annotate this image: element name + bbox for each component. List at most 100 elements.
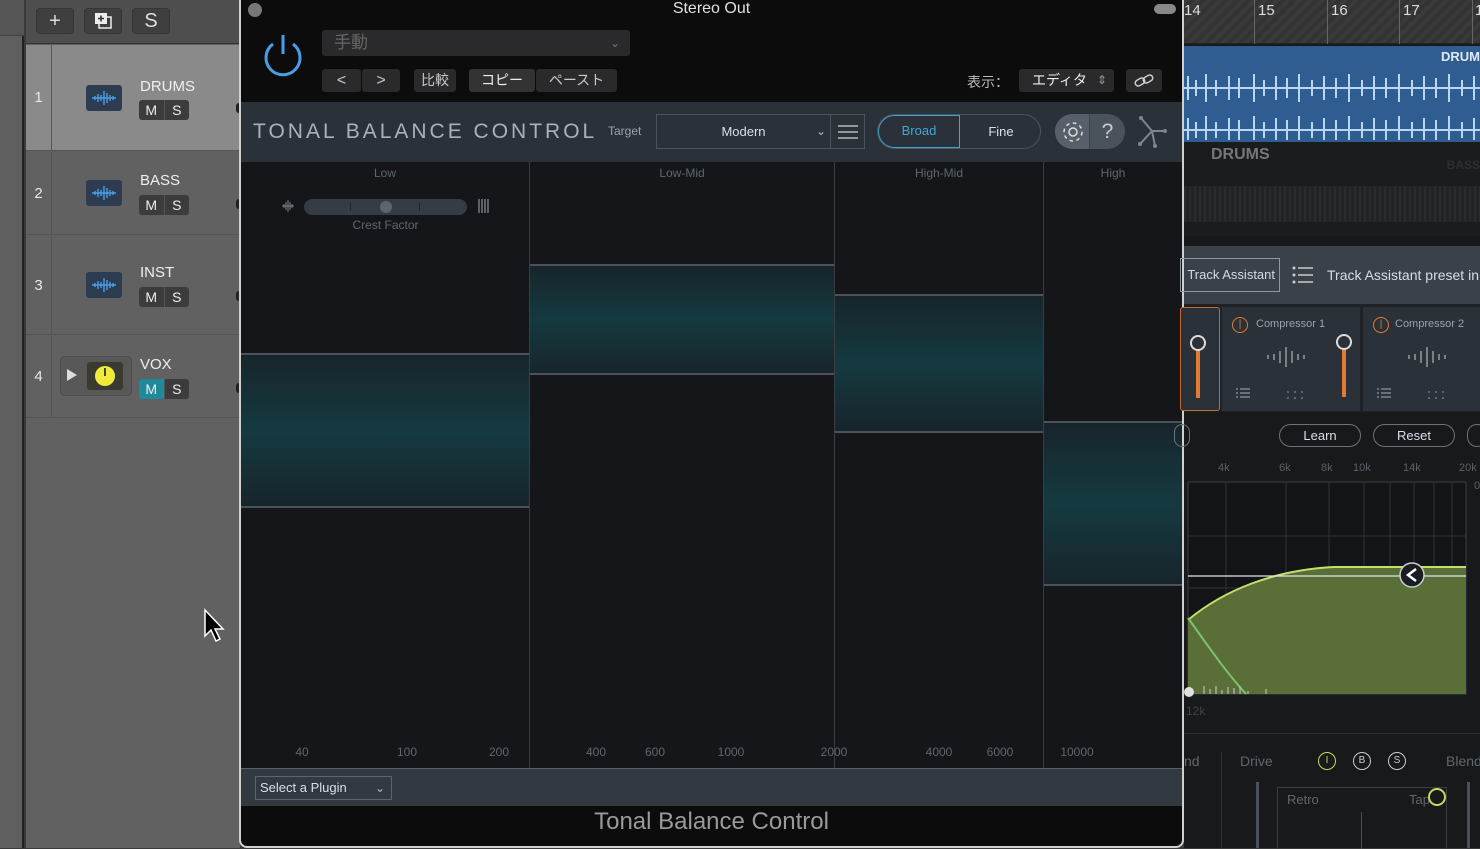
- eq-handle[interactable]: [1399, 562, 1425, 588]
- mode-button-i[interactable]: I: [1318, 752, 1336, 770]
- link-button[interactable]: [1126, 69, 1162, 92]
- izotope-logo-icon[interactable]: [1135, 114, 1169, 150]
- freq-tick: 12k: [1186, 704, 1206, 718]
- slider-knob[interactable]: [1336, 334, 1352, 350]
- list-icon[interactable]: [1236, 387, 1250, 399]
- freq-tick: 8k: [1321, 462, 1333, 474]
- track-assistant-button[interactable]: Track Assistant: [1180, 258, 1280, 292]
- link-icon: [1134, 74, 1154, 87]
- power-icon[interactable]: |: [1232, 317, 1248, 333]
- mute-button[interactable]: M: [139, 287, 165, 307]
- mode-button-b[interactable]: B: [1353, 752, 1371, 770]
- window-resize-button[interactable]: [1154, 4, 1176, 14]
- preset-text: Track Assistant preset in: [1327, 267, 1479, 283]
- track-name: INST: [140, 264, 175, 281]
- target-dropdown[interactable]: Modern ⌄: [656, 114, 831, 149]
- waveform-icon: [86, 272, 122, 298]
- track-toolbar: + S: [26, 0, 240, 44]
- target-menu-button[interactable]: [831, 114, 865, 149]
- crest-factor-slider[interactable]: [304, 199, 467, 215]
- timeline-ruler[interactable]: 14 15 16 17 1: [1184, 0, 1480, 44]
- list-icon[interactable]: [1292, 265, 1314, 285]
- dots-icon[interactable]: [1286, 390, 1304, 400]
- fine-button[interactable]: Fine: [960, 115, 1040, 148]
- freq-tick: 10k: [1353, 462, 1371, 474]
- broad-button[interactable]: Broad: [878, 115, 960, 148]
- waveform-icon: [86, 180, 122, 206]
- target-value: Modern: [721, 124, 766, 139]
- copy-button[interactable]: コピー: [469, 69, 535, 92]
- view-dropdown[interactable]: エディタ ⇕: [1019, 69, 1114, 92]
- select-plugin-dropdown[interactable]: Select a Plugin ⌄: [255, 776, 392, 800]
- compare-button[interactable]: 比較: [414, 69, 456, 92]
- module-name: Compressor 1: [1256, 318, 1326, 330]
- track-number: 4: [26, 336, 52, 417]
- mute-button[interactable]: M: [139, 100, 165, 120]
- list-icon[interactable]: [1377, 387, 1391, 399]
- module-compressor-1[interactable]: | Compressor 1: [1222, 307, 1360, 411]
- mode-button-s[interactable]: S: [1388, 752, 1406, 770]
- module-slot-active[interactable]: [1180, 307, 1220, 411]
- solo-button[interactable]: S: [165, 195, 190, 215]
- drums-region[interactable]: DRUM: [1184, 46, 1480, 142]
- target-range-high-mid: [835, 294, 1043, 433]
- xy-pad-handle[interactable]: [1428, 788, 1446, 806]
- waveform-display: [1184, 74, 1480, 140]
- freq-tick: 10000: [1060, 745, 1094, 759]
- track-row-drums[interactable]: 1 DRUMS MS: [26, 45, 242, 151]
- blend-slider[interactable]: [1467, 782, 1470, 848]
- band-low-mid: Low-Mid: [530, 162, 835, 768]
- slider-knob[interactable]: [1190, 335, 1206, 351]
- track-row-vox[interactable]: 4 VOX MS: [26, 336, 242, 418]
- power-icon[interactable]: |: [1373, 317, 1389, 333]
- module-waveform-icon: [1267, 347, 1305, 367]
- partial-button[interactable]: [1174, 424, 1190, 447]
- band-high-mid: High-Mid: [835, 162, 1044, 768]
- play-triangle-icon[interactable]: [67, 369, 77, 381]
- question-mark-icon: ?: [1101, 120, 1114, 143]
- mute-solo-group: MS: [139, 379, 189, 399]
- drive-slider[interactable]: [1256, 782, 1259, 848]
- dots-icon[interactable]: [1427, 390, 1445, 400]
- freq-tick: 200: [488, 745, 510, 759]
- next-preset-button[interactable]: >: [362, 69, 400, 92]
- help-button-partial[interactable]: [1467, 424, 1480, 447]
- freq-tick: 4k: [1218, 462, 1230, 474]
- prev-preset-button[interactable]: <: [322, 69, 361, 92]
- global-solo-button[interactable]: S: [132, 8, 170, 34]
- learn-button[interactable]: Learn: [1279, 424, 1361, 447]
- power-icon[interactable]: [261, 32, 305, 78]
- mute-solo-group: MS: [139, 100, 189, 120]
- reset-button[interactable]: Reset: [1373, 424, 1455, 447]
- crest-factor-thumb[interactable]: [380, 201, 392, 213]
- settings-button[interactable]: [1055, 114, 1090, 149]
- instrument-slot[interactable]: [60, 356, 132, 396]
- duplicate-track-button[interactable]: [84, 8, 122, 34]
- view-value: エディタ: [1032, 72, 1088, 88]
- mute-button-active[interactable]: M: [139, 379, 165, 399]
- mute-button[interactable]: M: [139, 195, 165, 215]
- track-row-inst[interactable]: 3 INST MS: [26, 236, 242, 335]
- ghost-label: BASS: [1446, 158, 1480, 172]
- drive-label: Drive: [1240, 753, 1273, 769]
- freq-tick: 1000: [717, 745, 745, 759]
- module-compressor-2[interactable]: | Compressor 2: [1363, 307, 1480, 411]
- add-track-button[interactable]: +: [36, 8, 74, 34]
- solo-button[interactable]: S: [165, 100, 190, 120]
- paste-button[interactable]: ペースト: [536, 69, 617, 92]
- band-high: High: [1044, 162, 1182, 768]
- preset-dropdown[interactable]: 手動 ⌄: [322, 30, 630, 56]
- track-name: DRUMS: [140, 78, 195, 95]
- freq-tick: 4000: [925, 745, 953, 759]
- help-button[interactable]: ?: [1090, 114, 1125, 149]
- meter-knob-icon: [87, 362, 123, 390]
- track-row-bass[interactable]: 2 BASS MS: [26, 152, 242, 235]
- saturation-xy-pad[interactable]: Retro Tap: [1277, 787, 1447, 849]
- eq-curve-display[interactable]: [1184, 480, 1470, 698]
- utility-buttons: ?: [1055, 114, 1125, 149]
- band-low: Low Crest Factor: [241, 162, 530, 768]
- eq-node[interactable]: [1184, 687, 1194, 697]
- plugin-name: Tonal Balance Control: [594, 808, 829, 835]
- solo-button[interactable]: S: [165, 379, 190, 399]
- solo-button[interactable]: S: [165, 287, 190, 307]
